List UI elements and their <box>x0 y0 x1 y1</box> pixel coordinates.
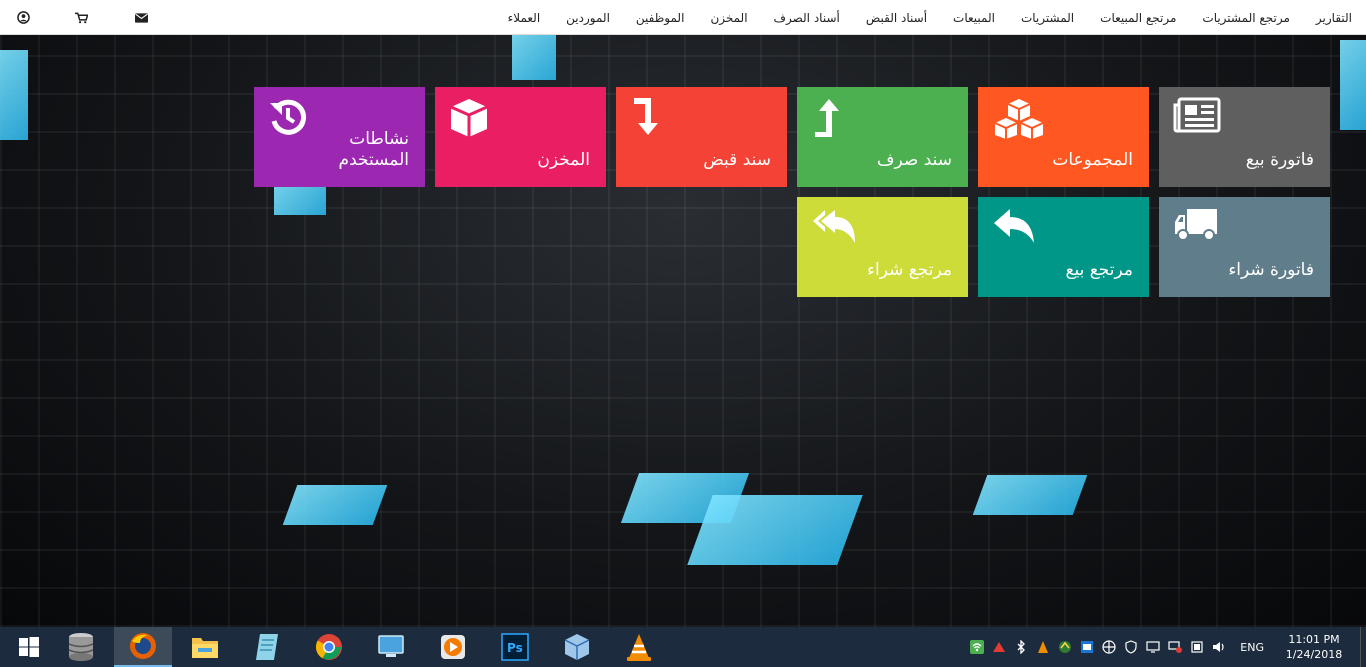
start-icon[interactable] <box>0 627 58 667</box>
photoshop-icon[interactable]: Ps <box>486 627 544 667</box>
reply-icon <box>992 207 1034 247</box>
virtualbox-icon[interactable] <box>548 627 606 667</box>
notepad-icon[interactable] <box>238 627 296 667</box>
nav-icons <box>12 0 152 35</box>
top-navbar: التقارير مرتجع المشتريات مرتجع المبيعات … <box>0 0 1366 35</box>
truck-icon <box>1173 207 1217 247</box>
virtual-pc-icon[interactable] <box>362 627 420 667</box>
user-icon[interactable] <box>12 7 34 29</box>
globe-tray-icon[interactable] <box>1098 627 1120 667</box>
nav-item-payments[interactable]: أسناد الصرف <box>774 11 840 25</box>
tile-label: المخزن <box>537 150 590 170</box>
clock-date: 1/24/2018 <box>1285 648 1343 661</box>
svg-text:Ps: Ps <box>507 641 523 655</box>
cart-icon[interactable] <box>70 7 92 29</box>
nav-item-warehouse[interactable]: المخزن <box>710 11 747 25</box>
file-explorer-icon[interactable] <box>176 627 234 667</box>
envelope-icon[interactable] <box>130 7 152 29</box>
system-tray: ENG 11:01 PM 1/24/2018 <box>966 627 1366 667</box>
network-tray-icon[interactable] <box>1054 627 1076 667</box>
nav-item-suppliers[interactable]: الموردين <box>566 11 610 25</box>
tile-label: المجموعات <box>1052 150 1133 170</box>
nav-item-customers[interactable]: العملاء <box>508 11 541 25</box>
cubes-icon <box>992 97 1044 139</box>
volume-icon[interactable] <box>1208 627 1230 667</box>
nav-item-sales[interactable]: المبيعات <box>953 11 995 25</box>
nav-menu: التقارير مرتجع المشتريات مرتجع المبيعات … <box>508 0 1352 35</box>
reply-all-icon <box>811 207 855 247</box>
shield-tray-icon[interactable] <box>1120 627 1142 667</box>
show-desktop-button[interactable] <box>1360 627 1366 667</box>
tile-payment-voucher[interactable]: سند صرف <box>797 87 968 187</box>
tile-purchase-invoice[interactable]: فاتورة شراء <box>1159 197 1330 297</box>
level-down-icon <box>630 97 670 137</box>
nav-item-sales-returns[interactable]: مرتجع المبيعات <box>1100 11 1176 25</box>
tile-label: مرتجع بيع <box>1065 260 1133 280</box>
tile-label: فاتورة شراء <box>1228 260 1314 280</box>
cube-icon <box>449 97 489 137</box>
network-error-icon[interactable] <box>1164 627 1186 667</box>
tile-purchase-return[interactable]: مرتجع شراء <box>797 197 968 297</box>
tile-sales-return[interactable]: مرتجع بيع <box>978 197 1149 297</box>
wifi-icon[interactable] <box>966 627 988 667</box>
media-player-icon[interactable] <box>424 627 482 667</box>
tile-groups[interactable]: المجموعات <box>978 87 1149 187</box>
nav-item-employees[interactable]: الموظفين <box>636 11 685 25</box>
tile-label: نشاطات المستخدم <box>338 129 409 170</box>
newspaper-icon <box>1173 97 1221 137</box>
nav-item-reports[interactable]: التقارير <box>1316 11 1352 25</box>
security-tray-icon[interactable] <box>1076 627 1098 667</box>
tile-sales-invoice[interactable]: فاتورة بيع <box>1159 87 1330 187</box>
taskbar: Ps ENG 11:01 PM 1/24/2018 <box>0 627 1366 667</box>
chrome-icon[interactable] <box>300 627 358 667</box>
firefox-icon[interactable] <box>114 627 172 667</box>
nav-item-purchases[interactable]: المشتريات <box>1021 11 1074 25</box>
nav-item-purchase-returns[interactable]: مرتجع المشتريات <box>1202 11 1290 25</box>
display-tray-icon[interactable] <box>1142 627 1164 667</box>
vlc-icon[interactable] <box>610 627 668 667</box>
device-tray-icon[interactable] <box>1186 627 1208 667</box>
database-icon[interactable] <box>52 627 110 667</box>
app-tray-icon[interactable] <box>988 627 1010 667</box>
vlc-tray-icon[interactable] <box>1032 627 1054 667</box>
tile-user-activity[interactable]: نشاطات المستخدم <box>254 87 425 187</box>
level-up-icon <box>811 97 851 138</box>
tile-warehouse[interactable]: المخزن <box>435 87 606 187</box>
tile-label: مرتجع شراء <box>867 260 952 280</box>
clock[interactable]: 11:01 PM 1/24/2018 <box>1278 632 1350 662</box>
language-indicator[interactable]: ENG <box>1240 641 1264 654</box>
nav-item-receipts[interactable]: أسناد القبض <box>866 11 927 25</box>
tile-label: سند صرف <box>876 150 952 170</box>
tile-receipt-voucher[interactable]: سند قبض <box>616 87 787 187</box>
tile-label: فاتورة بيع <box>1245 150 1314 170</box>
clock-time: 11:01 PM <box>1288 633 1340 646</box>
tile-label: سند قبض <box>703 150 771 170</box>
bluetooth-icon[interactable] <box>1010 627 1032 667</box>
